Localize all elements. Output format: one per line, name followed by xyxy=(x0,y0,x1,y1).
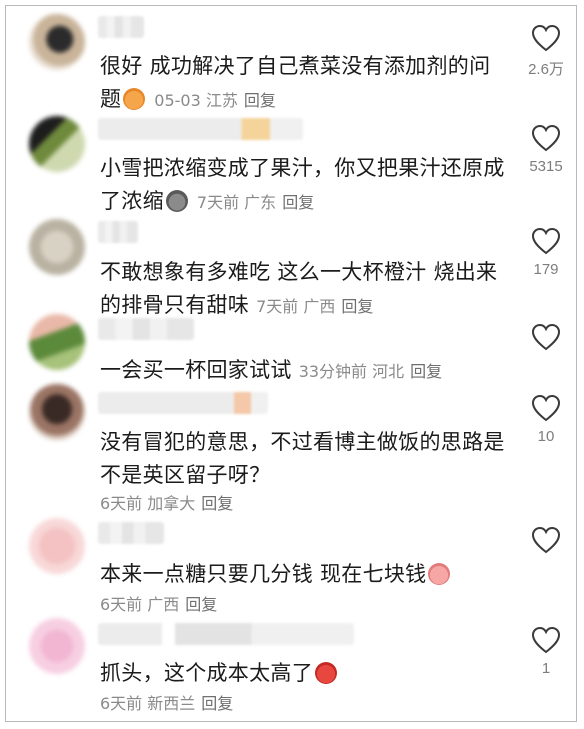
heart-icon xyxy=(531,526,561,554)
username-blurred[interactable] xyxy=(98,221,138,243)
comment-text: 不敢想象有多难吃 这么一大杯橙汁 烧出来的排骨只有甜味 7天前 广西 回复 xyxy=(100,260,498,317)
heart-icon xyxy=(531,626,561,654)
avatar[interactable] xyxy=(29,314,85,370)
heart-icon xyxy=(531,394,561,422)
avatar[interactable] xyxy=(29,116,85,172)
reply-button[interactable]: 回复 xyxy=(201,694,233,713)
comment-time: 6天前 xyxy=(100,595,143,614)
comment-time: 33分钟前 xyxy=(298,362,368,381)
comment-text: 一会买一杯回家试试 33分钟前 河北 回复 xyxy=(100,358,443,382)
like-button[interactable]: 179 xyxy=(518,227,574,278)
comment-location: 加拿大 xyxy=(147,494,196,513)
comment-location: 广东 xyxy=(244,193,277,212)
username-blurred[interactable] xyxy=(98,318,194,340)
comment-list: 很好 成功解决了自己煮菜没有添加剂的问题 05-03 江苏 回复 2.6万 小雪把… xyxy=(5,5,577,722)
comment-text: 本来一点糖只要几分钱 现在七块钱 xyxy=(100,558,510,591)
like-button[interactable] xyxy=(518,323,574,357)
cat-emoji xyxy=(165,190,188,212)
heart-icon xyxy=(531,227,561,255)
surprised-pig-emoji xyxy=(428,563,451,585)
like-count: 2.6万 xyxy=(528,61,564,78)
like-button[interactable]: 1 xyxy=(518,626,574,677)
reply-button[interactable]: 回复 xyxy=(201,494,233,513)
like-count: 10 xyxy=(537,428,555,445)
comment-text: 很好 成功解决了自己煮菜没有添加剂的问题 05-03 江苏 回复 xyxy=(100,54,491,111)
grinning-mango-emoji xyxy=(123,88,146,110)
comment-meta: 6天前 新西兰 回复 xyxy=(100,693,233,715)
comment-time: 6天前 xyxy=(100,694,143,713)
heart-icon xyxy=(531,124,561,152)
like-button[interactable]: 10 xyxy=(518,394,574,445)
heart-icon xyxy=(531,24,561,52)
comment-location: 广西 xyxy=(303,297,336,316)
comment-text: 没有冒犯的意思，不过看博主做饭的思路是不是英区留子呀？ xyxy=(100,430,505,487)
username-blurred[interactable] xyxy=(98,623,354,645)
comment-time: 6天前 xyxy=(100,494,143,513)
comment-text: 小雪把浓缩变成了果汁，你又把果汁还原成了浓缩 7天前 广东 回复 xyxy=(100,156,505,213)
comment-time: 7天前 xyxy=(256,297,299,316)
comment-meta: 6天前 广西 回复 xyxy=(100,594,217,616)
avatar[interactable] xyxy=(29,384,85,440)
comment-location: 河北 xyxy=(372,362,405,381)
username-blurred[interactable] xyxy=(98,16,144,38)
comment-location: 江苏 xyxy=(205,91,238,110)
reply-button[interactable]: 回复 xyxy=(341,297,373,316)
heart-icon xyxy=(531,323,561,351)
like-button[interactable] xyxy=(518,526,574,560)
reply-button[interactable]: 回复 xyxy=(282,193,314,212)
reply-button[interactable]: 回复 xyxy=(410,362,442,381)
reply-button[interactable]: 回复 xyxy=(244,91,276,110)
reply-button[interactable]: 回复 xyxy=(185,595,217,614)
like-button[interactable]: 2.6万 xyxy=(518,24,574,79)
like-count: 179 xyxy=(533,261,559,278)
username-blurred[interactable] xyxy=(98,392,268,414)
like-count: 5315 xyxy=(529,158,563,175)
avatar[interactable] xyxy=(29,219,85,275)
username-blurred[interactable] xyxy=(98,522,164,544)
comment-text: 抓头，这个成本太高了 xyxy=(100,657,510,690)
comment-time: 05-03 xyxy=(154,91,201,110)
comment-meta: 6天前 加拿大 回复 xyxy=(100,493,233,515)
username-blurred[interactable] xyxy=(98,118,303,140)
like-button[interactable]: 5315 xyxy=(518,124,574,175)
angry-devil-emoji xyxy=(315,662,337,684)
avatar[interactable] xyxy=(29,518,85,574)
avatar[interactable] xyxy=(29,14,85,70)
avatar[interactable] xyxy=(29,618,85,674)
comment-time: 7天前 xyxy=(196,193,240,212)
comment-location: 广西 xyxy=(147,595,180,614)
comment-location: 新西兰 xyxy=(147,694,196,713)
like-count: 1 xyxy=(541,660,551,677)
